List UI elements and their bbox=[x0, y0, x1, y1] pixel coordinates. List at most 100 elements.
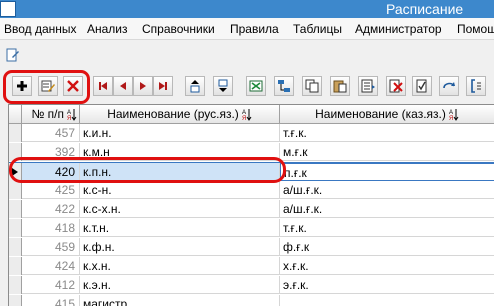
add-record-button[interactable] bbox=[12, 76, 32, 96]
network-icon bbox=[278, 80, 290, 92]
menu-analysis[interactable]: Анализ bbox=[87, 18, 128, 39]
menu-references[interactable]: Справочники bbox=[142, 18, 215, 39]
menu-data-entry[interactable]: Ввод данных bbox=[4, 18, 77, 39]
first-record-button[interactable] bbox=[93, 76, 113, 96]
cell-name-ru[interactable]: магистр bbox=[80, 295, 280, 306]
svg-text:Я: Я bbox=[67, 116, 71, 121]
data-grid: № п/п A Я Наименование (рус.яз.) A Я Наимено… bbox=[8, 104, 494, 306]
sort-az-icon[interactable]: AЯ bbox=[242, 108, 252, 121]
cell-number[interactable]: 415 bbox=[22, 295, 80, 306]
copy-icon bbox=[305, 79, 319, 93]
cell-name-ru[interactable]: к.т.н. bbox=[80, 219, 280, 237]
cell-name-kz[interactable]: т.ғ.к. bbox=[280, 124, 494, 142]
cell-name-kz[interactable]: а/ш.ғ.к. bbox=[280, 200, 494, 218]
bracket-icon bbox=[471, 79, 481, 93]
window-title: Расписание bbox=[386, 1, 464, 17]
table-row[interactable]: 424 к.х.н. х.ғ.к. bbox=[9, 257, 494, 275]
clear-button[interactable] bbox=[386, 76, 406, 96]
paste-icon bbox=[333, 80, 347, 93]
menu-tables[interactable]: Таблицы bbox=[293, 18, 342, 39]
toolbar bbox=[0, 72, 494, 102]
title-bar: Расписание bbox=[0, 0, 494, 18]
delete-x-icon bbox=[67, 80, 79, 92]
cell-number[interactable]: 412 bbox=[22, 276, 80, 294]
cell-name-kz[interactable]: а/ш.ғ.к. bbox=[280, 181, 494, 199]
svg-text:Я: Я bbox=[449, 116, 453, 121]
cell-name-ru[interactable]: к.с-н. bbox=[80, 181, 280, 199]
delete-record-button[interactable] bbox=[63, 76, 83, 96]
cell-name-ru[interactable]: к.и.н. bbox=[80, 124, 280, 142]
cell-number[interactable]: 457 bbox=[22, 124, 80, 142]
prev-record-button[interactable] bbox=[113, 76, 133, 96]
last-record-button[interactable] bbox=[153, 76, 173, 96]
next-record-button[interactable] bbox=[133, 76, 153, 96]
header-indicator bbox=[9, 105, 22, 124]
refresh-icon bbox=[443, 82, 455, 89]
menu-bar: Ввод данных Анализ Справочники Правила Т… bbox=[0, 18, 494, 40]
move-up-icon bbox=[190, 80, 200, 93]
column-header-number-label: № п/п bbox=[31, 107, 64, 121]
cell-name-ru[interactable]: к.м.н bbox=[80, 143, 280, 161]
first-icon bbox=[99, 82, 107, 90]
menu-help[interactable]: Помощ bbox=[457, 18, 494, 39]
check-button[interactable] bbox=[412, 76, 432, 96]
row-indicator bbox=[9, 200, 22, 218]
cell-number[interactable]: 425 bbox=[22, 181, 80, 199]
table-row[interactable]: 457 к.и.н. т.ғ.к. bbox=[9, 124, 494, 142]
sort-az-icon[interactable]: AЯ bbox=[449, 108, 459, 121]
cell-name-kz[interactable]: э.ғ.к. bbox=[280, 276, 494, 294]
clear-icon bbox=[389, 79, 403, 93]
cell-name-ru[interactable]: к.х.н. bbox=[80, 257, 280, 275]
cell-number[interactable]: 422 bbox=[22, 200, 80, 218]
cell-name-kz-editing[interactable]: п.ғ.к bbox=[280, 163, 494, 181]
network-button[interactable] bbox=[274, 76, 294, 96]
cell-number[interactable]: 392 bbox=[22, 143, 80, 161]
cell-number[interactable]: 424 bbox=[22, 257, 80, 275]
last-icon bbox=[159, 82, 167, 90]
cell-name-kz[interactable]: ф.ғ.к bbox=[280, 238, 494, 256]
table-row[interactable]: 415 магистр bbox=[9, 295, 494, 306]
cell-number[interactable]: 420 bbox=[22, 163, 80, 181]
current-row-pointer-icon bbox=[12, 168, 18, 176]
table-row[interactable]: 418 к.т.н. т.ғ.к. bbox=[9, 219, 494, 237]
column-header-name-ru-label: Наименование (рус.яз.) bbox=[107, 107, 239, 121]
cell-name-ru[interactable]: к.п.н. bbox=[80, 163, 280, 181]
list-button[interactable] bbox=[358, 76, 378, 96]
row-indicator bbox=[9, 238, 22, 256]
table-row[interactable]: 392 к.м.н м.ғ.к bbox=[9, 143, 494, 161]
cell-number[interactable]: 418 bbox=[22, 219, 80, 237]
table-row-selected[interactable]: 420 к.п.н. п.ғ.к bbox=[9, 162, 494, 181]
export-excel-button[interactable] bbox=[246, 76, 266, 96]
table-row[interactable]: 425 к.с-н. а/ш.ғ.к. bbox=[9, 181, 494, 199]
document-edit-icon[interactable] bbox=[6, 48, 20, 62]
cell-name-kz[interactable]: х.ғ.к. bbox=[280, 257, 494, 275]
prev-icon bbox=[120, 82, 126, 90]
cell-name-kz[interactable] bbox=[280, 295, 494, 306]
menu-administrator[interactable]: Администратор bbox=[355, 18, 442, 39]
paste-button[interactable] bbox=[330, 76, 350, 96]
app-icon bbox=[0, 1, 16, 17]
copy-button[interactable] bbox=[302, 76, 322, 96]
row-indicator bbox=[9, 295, 22, 306]
row-indicator bbox=[9, 163, 22, 181]
cell-name-kz[interactable]: м.ғ.к bbox=[280, 143, 494, 161]
column-header-name-kz[interactable]: Наименование (каз.яз.) A Я bbox=[280, 105, 494, 124]
column-header-number[interactable]: № п/п A Я bbox=[22, 105, 80, 124]
table-row[interactable]: 422 к.с-х.н. а/ш.ғ.к. bbox=[9, 200, 494, 218]
table-row[interactable]: 459 к.ф.н. ф.ғ.к bbox=[9, 238, 494, 256]
move-up-button[interactable] bbox=[185, 76, 205, 96]
settings-button[interactable] bbox=[466, 76, 486, 96]
table-row[interactable]: 412 к.э.н. э.ғ.к. bbox=[9, 276, 494, 294]
cell-name-ru[interactable]: к.с-х.н. bbox=[80, 200, 280, 218]
edit-record-button[interactable] bbox=[38, 76, 58, 96]
column-header-name-ru[interactable]: Наименование (рус.яз.) A Я bbox=[80, 105, 280, 124]
move-down-button[interactable] bbox=[213, 76, 233, 96]
cell-name-ru[interactable]: к.ф.н. bbox=[80, 238, 280, 256]
svg-text:Я: Я bbox=[242, 116, 246, 121]
sort-az-icon[interactable]: AЯ bbox=[67, 108, 77, 121]
cell-name-kz[interactable]: т.ғ.к. bbox=[280, 219, 494, 237]
refresh-button[interactable] bbox=[439, 76, 459, 96]
cell-number[interactable]: 459 bbox=[22, 238, 80, 256]
menu-rules[interactable]: Правила bbox=[230, 18, 279, 39]
cell-name-ru[interactable]: к.э.н. bbox=[80, 276, 280, 294]
